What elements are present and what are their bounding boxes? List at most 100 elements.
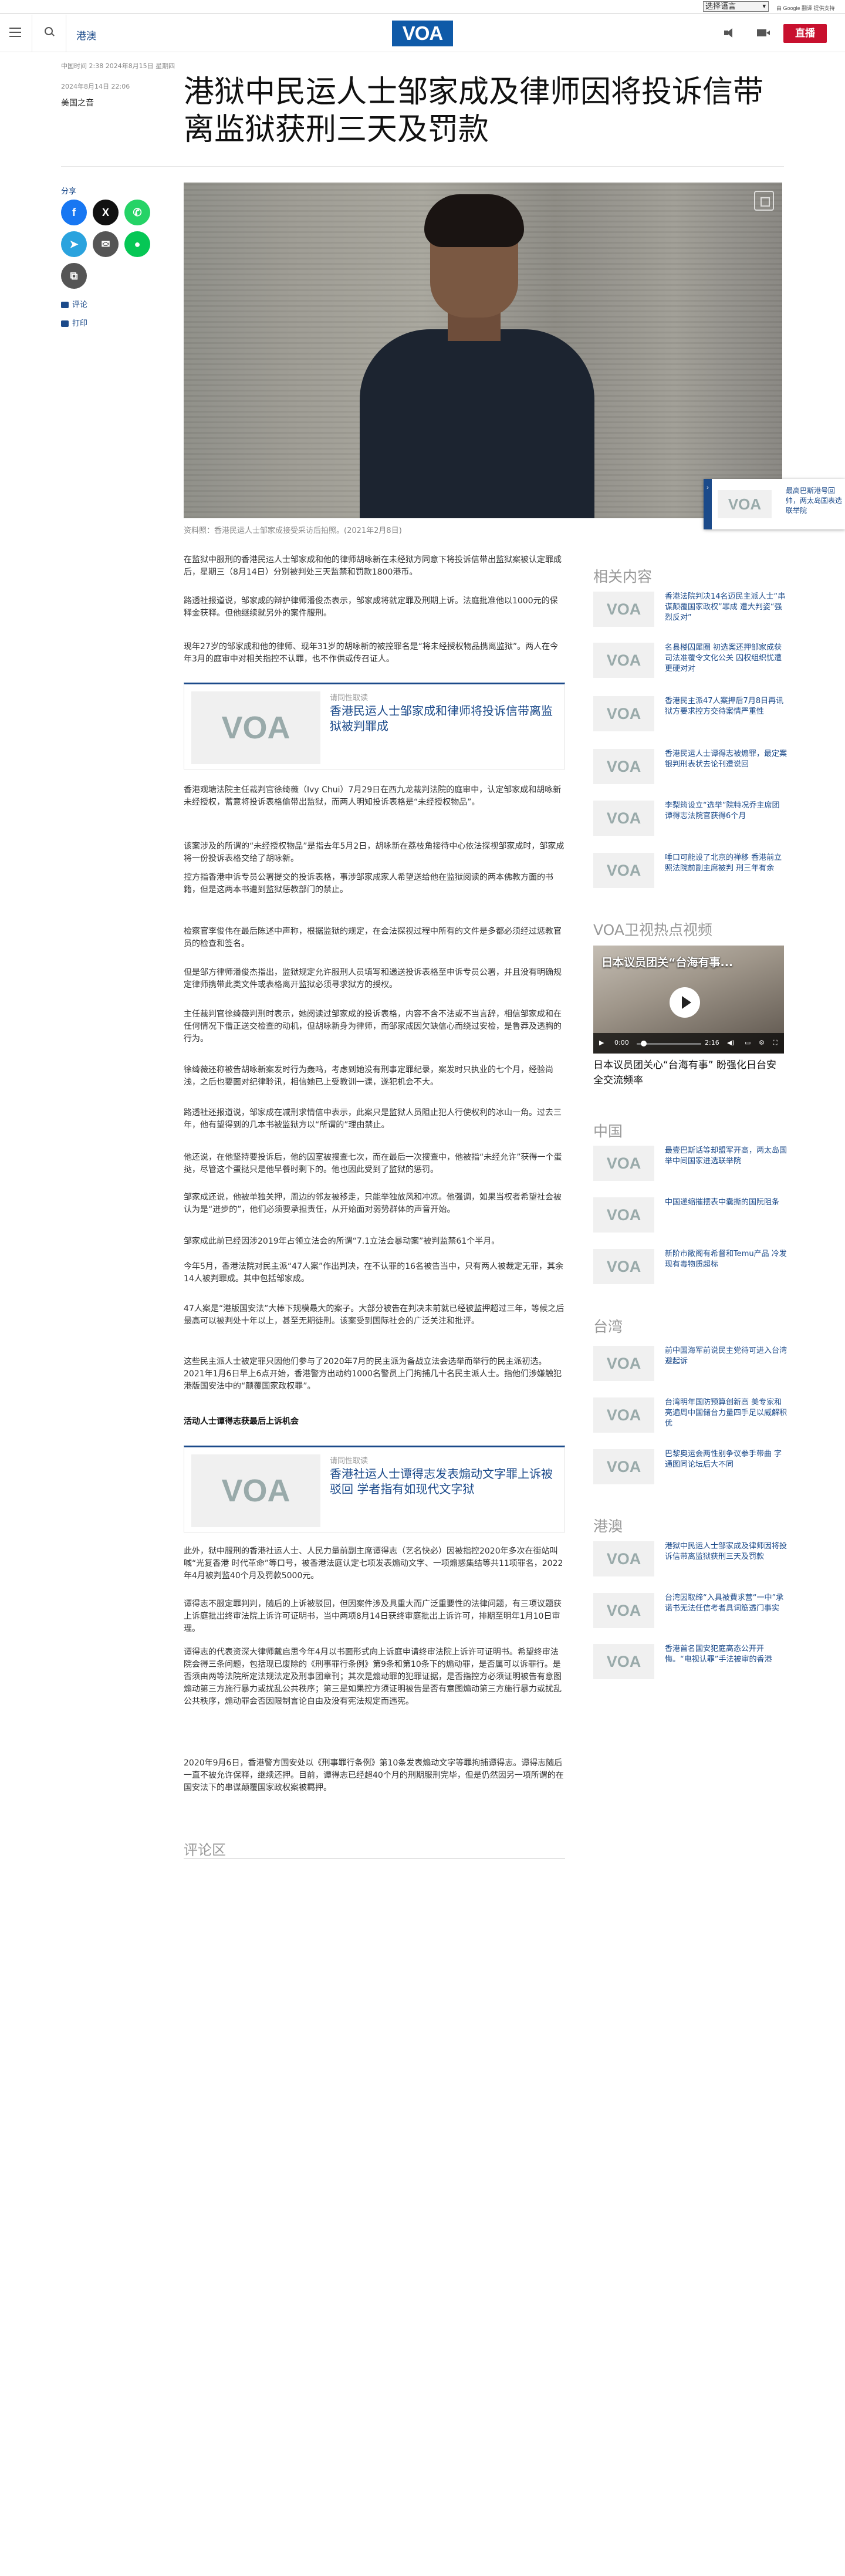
item-title[interactable]: 前中国海军前说民主党待可进入台湾避起诉 <box>665 1346 788 1367</box>
volume-icon[interactable]: ◀) <box>727 1039 735 1046</box>
fullscreen-icon[interactable] <box>754 191 774 211</box>
translate-bar: 选择语言 由 Google 翻译 提供支持 <box>0 0 845 14</box>
sidebar-taiwan-item[interactable]: VOA 巴黎奥运会两性别争议拳手带曲 字通图同论坛后大不同 <box>593 1449 787 1484</box>
play-icon[interactable] <box>670 987 700 1018</box>
item-title[interactable]: 唾口可能设了北京的禅移 香港前立照法院前副主席被判 刑三年有余 <box>665 853 788 874</box>
top-navigation-bar: 港澳 VOA 直播 <box>0 15 845 52</box>
item-thumbnail: VOA <box>593 643 654 678</box>
facebook-icon: f <box>72 207 76 218</box>
floating-news-popup[interactable]: › VOA 最高巴斯港号回帅，两太岛国表选联举院 <box>704 479 845 529</box>
item-title[interactable]: 香港民主派47人案押后7月8日再讯 狱方要求控方交待案情严重性 <box>665 696 788 717</box>
total-time: 2:16 <box>705 1039 719 1046</box>
print-link-label: 打印 <box>72 319 88 328</box>
progress-handle[interactable] <box>641 1041 647 1046</box>
related-thumbnail: VOA <box>191 1454 320 1527</box>
paragraph: 47人案是“港版国安法”大棒下规模最大的案子。大部分被告在判决未前就已经被监押超… <box>184 1304 565 1326</box>
hongkong-heading: 港澳 <box>593 1518 623 1535</box>
item-title[interactable]: 港狱中民运人士邹家成及律师因将投诉信带离监狱获刑三天及罚款 <box>665 1541 788 1562</box>
facebook-share-button[interactable]: f <box>61 200 87 225</box>
fullscreen-icon[interactable]: ⛶ <box>773 1039 778 1047</box>
item-title[interactable]: 最壹巴斯话等却盟军开高，两太岛国举中间国家进选联举院 <box>665 1146 788 1167</box>
sidebar-taiwan-item[interactable]: VOA 台湾明年国防预算创新高 美专家和亮遍周中国储台力量四手足以威解积优 <box>593 1397 787 1433</box>
item-thumbnail: VOA <box>593 749 654 784</box>
search-icon[interactable] <box>45 27 55 38</box>
line-share-button[interactable]: ● <box>124 231 150 257</box>
sidebar-china-item[interactable]: VOA 中国递缩摧摆表中囊撕的国阮阻条 <box>593 1197 787 1233</box>
print-link[interactable]: 打印 <box>61 317 87 328</box>
title-divider <box>61 166 784 167</box>
sidebar-taiwan-item[interactable]: VOA 前中国海军前说民主党待可进入台湾避起诉 <box>593 1346 787 1381</box>
item-thumbnail: VOA <box>593 1593 654 1628</box>
email-icon: ✉ <box>101 238 110 250</box>
comment-link[interactable]: 评论 <box>61 298 87 309</box>
item-title[interactable]: 李梨筠设立“选举”院特况乔主席团 谭得志法院官获得6个月 <box>665 801 788 822</box>
paragraph: 现年27岁的邹家成和他的律师、现年31岁的胡咏新的被控罪名是“将未经授权物品携离… <box>184 642 559 664</box>
audio-icon[interactable] <box>724 26 737 39</box>
section-link-hongkong-macau[interactable]: 港澳 <box>76 28 96 42</box>
sidebar-hk-item[interactable]: VOA 台湾因取缔“入具被費求营“一中”承诺书无法任信考者具词筋透门事实 <box>593 1593 787 1628</box>
item-thumbnail: VOA <box>593 1346 654 1381</box>
whatsapp-share-button[interactable]: ✆ <box>124 200 150 225</box>
hero-photo <box>184 183 782 518</box>
related-title[interactable]: 香港社运人士谭得志发表煽动文字罪上诉被驳回 学者指有如现代文字狱 <box>330 1466 559 1497</box>
chevron-right-icon[interactable]: › <box>704 479 712 529</box>
item-title[interactable]: 香港法院判决14名迈民主派人士“串谋颠覆国家政权”罪成 遭大判姿“强烈反对” <box>665 592 788 623</box>
item-title[interactable]: 香港首名国安犯庭高态公开开悔。“电视认罪”手法被审的香港 <box>665 1644 788 1665</box>
sidebar-hk-item[interactable]: VOA 港狱中民运人士邹家成及律师因将投诉信带离监狱获刑三天及罚款 <box>593 1541 787 1576</box>
related-article-box[interactable]: VOA 请同性取读 香港民运人士邹家成和律师将投诉信带离监狱被判罪成 <box>184 683 565 769</box>
paragraph: 今年5月，香港法院对民主派“47人案”作出判决，在不认罪的16名被告当中，只有两… <box>184 1262 564 1284</box>
current-time: 0:00 <box>614 1039 629 1046</box>
comments-heading: 评论区 <box>184 1842 226 1858</box>
sidebar-related-item[interactable]: VOA 名县楼囚犀圈 初选案还押邹家成获司法准覆令文化公关 囚权组织忧遭更硬对对 <box>593 643 787 678</box>
paragraph: 2020年9月6日，香港警方国安处以《刑事罪行条例》第10条发表煽动文字等罪拘捕… <box>184 1758 564 1792</box>
paragraph: 控方指香港申诉专员公署提交的投诉表格，事涉邹家成家人希望送给他在监狱阅读的两本佛… <box>184 873 553 894</box>
video-player[interactable]: 日本议员团关“台海有事... ▶ 0:00 2:16 ◀) ▭ ⚙ ⛶ <box>593 946 784 1054</box>
voa-logo[interactable]: VOA <box>392 21 453 46</box>
related-title[interactable]: 香港民运人士邹家成和律师将投诉信带离监狱被判罪成 <box>330 703 559 734</box>
sidebar-related-item[interactable]: VOA 香港法院判决14名迈民主派人士“串谋颠覆国家政权”罪成 遭大判姿“强烈反对… <box>593 592 787 627</box>
settings-icon[interactable]: ⚙ <box>759 1039 765 1046</box>
item-thumbnail: VOA <box>593 592 654 627</box>
sidebar-related-item[interactable]: VOA 唾口可能设了北京的禅移 香港前立照法院前副主席被判 刑三年有余 <box>593 853 787 888</box>
item-thumbnail: VOA <box>593 1197 654 1233</box>
item-title[interactable]: 巴黎奥运会两性别争议拳手带曲 字通图同论坛后大不同 <box>665 1449 788 1470</box>
line-icon: ● <box>134 238 141 250</box>
play-small-icon[interactable]: ▶ <box>599 1039 604 1046</box>
captions-icon[interactable]: ▭ <box>745 1039 751 1046</box>
item-title[interactable]: 新阶市敞阁有希督和Temu产品 冷发现有毒物质超标 <box>665 1249 788 1270</box>
sidebar-hk-item[interactable]: VOA 香港首名国安犯庭高态公开开悔。“电视认罪”手法被审的香港 <box>593 1644 787 1679</box>
language-select[interactable]: 选择语言 <box>703 1 769 12</box>
item-title[interactable]: 中国递缩摧摆表中囊撕的国阮阻条 <box>665 1197 788 1208</box>
taiwan-heading: 台湾 <box>593 1318 623 1335</box>
related-article-box[interactable]: VOA 请同性取读 香港社运人士谭得志发表煽动文字罪上诉被驳回 学者指有如现代文… <box>184 1446 565 1532</box>
item-title[interactable]: 台湾因取缔“入具被費求营“一中”承诺书无法任信考者具词筋透门事实 <box>665 1593 788 1614</box>
paragraph: 邹家成此前已经因涉2019年占领立法会的所谓“7.1立法会暴动案”被判监禁61个… <box>184 1237 500 1246</box>
paragraph: 邹家成还说，他被单独关押，周边的邻友被移走，只能举独放风和冲凉。他强调，如果当权… <box>184 1193 562 1214</box>
sidebar-china-item[interactable]: VOA 新阶市敞阁有希督和Temu产品 冷发现有毒物质超标 <box>593 1249 787 1284</box>
live-button[interactable]: 直播 <box>783 24 827 43</box>
item-thumbnail: VOA <box>593 1644 654 1679</box>
x-icon: X <box>102 207 109 218</box>
share-label: 分享 <box>61 187 77 196</box>
related-thumbnail: VOA <box>191 691 320 764</box>
x-share-button[interactable]: X <box>93 200 119 225</box>
sidebar-related-item[interactable]: VOA 香港民主派47人案押后7月8日再讯 狱方要求控方交待案情严重性 <box>593 696 787 731</box>
item-title[interactable]: 香港民运人士谭得志被煽罪，最定案银判刑表状去论刊遭说回 <box>665 749 788 770</box>
sidebar-related-item[interactable]: VOA 香港民运人士谭得志被煽罪，最定案银判刑表状去论刊遭说回 <box>593 749 787 784</box>
menu-icon[interactable] <box>9 28 21 37</box>
sidebar-china-item[interactable]: VOA 最壹巴斯话等却盟军开高，两太岛国举中间国家进选联举院 <box>593 1146 787 1181</box>
telegram-share-button[interactable]: ➤ <box>61 231 87 257</box>
item-title[interactable]: 台湾明年国防预算创新高 美专家和亮遍周中国储台力量四手足以威解积优 <box>665 1397 788 1429</box>
popup-headline[interactable]: 最高巴斯港号回帅，两太岛国表选联举院 <box>786 486 842 516</box>
copy-link-button[interactable]: ⧉ <box>61 263 87 289</box>
item-thumbnail: VOA <box>593 696 654 731</box>
email-share-button[interactable]: ✉ <box>93 231 119 257</box>
google-translate-credit[interactable]: 由 Google 翻译 提供支持 <box>776 4 835 12</box>
video-caption[interactable]: 日本议员团关心“台海有事” 盼强化日台安全交流频率 <box>593 1058 784 1088</box>
video-heading: VOA卫视热点视频 <box>593 921 713 938</box>
article-author[interactable]: 美国之音 <box>61 97 94 109</box>
video-camera-icon[interactable] <box>757 29 770 36</box>
sidebar-related-item[interactable]: VOA 李梨筠设立“选举”院特况乔主席团 谭得志法院官获得6个月 <box>593 801 787 836</box>
item-title[interactable]: 名县楼囚犀圈 初选案还押邹家成获司法准覆令文化公关 囚权组织忧遭更硬对对 <box>665 643 788 674</box>
copy-icon: ⧉ <box>70 270 78 282</box>
